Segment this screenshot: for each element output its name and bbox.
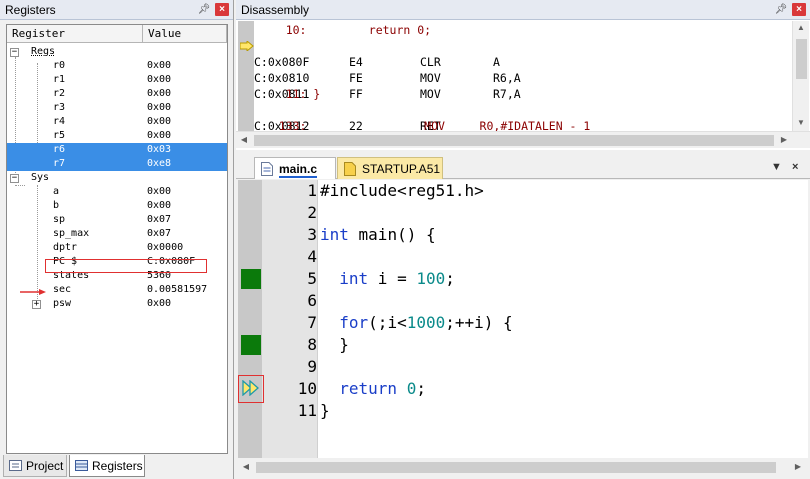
register-row[interactable]: r0 0x00 xyxy=(7,59,227,73)
tab-project[interactable]: Project xyxy=(3,455,67,477)
pin-icon[interactable]: 📌︎ xyxy=(197,3,211,16)
register-row[interactable]: sp 0x07 xyxy=(7,213,227,227)
scroll-left-icon[interactable]: ◀ xyxy=(238,135,250,144)
column-header-value[interactable]: Value xyxy=(143,25,227,43)
code-line: 7 for(;i<1000;++i) { xyxy=(307,313,513,332)
file-icon xyxy=(261,162,273,176)
registers-title: Registers xyxy=(5,3,56,17)
disasm-source-line: 11: } xyxy=(258,87,321,101)
code-line: 2 xyxy=(307,203,317,222)
registers-panel: Registers 📌︎ × Register Value − Regs r0 0… xyxy=(0,0,234,479)
close-icon[interactable]: × xyxy=(792,3,806,16)
scroll-thumb[interactable] xyxy=(796,39,807,79)
register-row[interactable]: b 0x00 xyxy=(7,199,227,213)
code-line: 6 xyxy=(307,291,317,310)
scroll-down-icon[interactable]: ▼ xyxy=(795,118,807,127)
register-row-selected[interactable]: r7 0xe8 xyxy=(7,157,227,171)
column-header-register[interactable]: Register xyxy=(7,25,143,43)
register-row[interactable]: r4 0x00 xyxy=(7,115,227,129)
register-row-selected[interactable]: r6 0x03 xyxy=(7,143,227,157)
scroll-thumb[interactable] xyxy=(256,462,776,473)
code-line: 9 xyxy=(307,357,317,376)
highlight-box xyxy=(45,259,207,273)
collapse-icon[interactable]: − xyxy=(10,174,19,183)
current-pc-arrow-icon xyxy=(240,41,254,51)
disasm-line: C:0x0811 FF MOV R7,A xyxy=(254,87,521,101)
scroll-right-icon[interactable]: ▶ xyxy=(778,135,790,144)
disassembly-panel: Disassembly 📌︎ × 10: return 0; C:0x080F E… xyxy=(236,0,810,150)
dropdown-icon[interactable]: ▼ xyxy=(771,161,782,173)
editor-panel: main.c STARTUP.A51 ▼ × 1 #include<reg51.h… xyxy=(236,153,810,479)
registers-titlebar: Registers 📌︎ × xyxy=(0,0,233,20)
code-line: 8 } xyxy=(307,335,349,354)
scroll-up-icon[interactable]: ▲ xyxy=(795,23,807,32)
disasm-line: C:0x0810 FE MOV R6,A xyxy=(254,71,521,85)
disassembly-titlebar: Disassembly 📌︎ × xyxy=(236,0,810,20)
editor-tab-bar: main.c STARTUP.A51 ▼ × xyxy=(236,153,810,179)
code-editor[interactable]: 1 #include<reg51.h> 2 3 int main() { 4 5 i… xyxy=(238,180,808,458)
scroll-right-icon[interactable]: ▶ xyxy=(792,462,804,471)
register-row[interactable]: a 0x00 xyxy=(7,185,227,199)
expand-icon[interactable]: + xyxy=(32,300,41,309)
annotation-arrow-icon xyxy=(20,289,46,295)
project-icon xyxy=(9,460,22,471)
registers-icon xyxy=(75,460,88,471)
code-line: 3 int main() { xyxy=(307,225,436,244)
code-line: 4 xyxy=(307,247,317,266)
pin-icon[interactable]: 📌︎ xyxy=(774,3,788,16)
register-row[interactable]: r5 0x00 xyxy=(7,129,227,143)
scroll-left-icon[interactable]: ◀ xyxy=(240,462,252,471)
scroll-thumb[interactable] xyxy=(254,135,774,146)
tree-group-sys[interactable]: − Sys xyxy=(7,171,227,185)
disasm-source-line: 10: return 0; xyxy=(258,23,432,37)
disasm-line-current: C:0x080F E4 CLR A xyxy=(254,55,500,69)
tree-group-regs[interactable]: − Regs xyxy=(7,45,227,59)
code-line: 11} xyxy=(297,401,330,420)
register-row[interactable]: r3 0x00 xyxy=(7,101,227,115)
collapse-icon[interactable]: − xyxy=(10,48,19,57)
code-line: 5 int i = 100; xyxy=(307,269,455,288)
disassembly-title: Disassembly xyxy=(241,3,310,17)
code-line-current: 10 return 0; xyxy=(297,379,426,398)
tab-main-c[interactable]: main.c xyxy=(254,157,336,179)
register-row[interactable]: dptr 0x0000 xyxy=(7,241,227,255)
tab-startup-a51[interactable]: STARTUP.A51 xyxy=(337,157,443,179)
register-row[interactable]: r1 0x00 xyxy=(7,73,227,87)
editor-horizontal-scrollbar[interactable]: ◀ ▶ xyxy=(238,459,808,476)
registers-grid[interactable]: Register Value − Regs r0 0x00 r1 0x00 r2 0x… xyxy=(6,24,228,454)
register-row-psw[interactable]: + psw 0x00 xyxy=(7,297,227,311)
disasm-line: C:0x0812 22 RET xyxy=(254,119,441,131)
close-icon[interactable]: × xyxy=(215,3,229,16)
disassembly-horizontal-scrollbar[interactable]: ◀ ▶ xyxy=(236,131,810,148)
code-line: 1 #include<reg51.h> xyxy=(307,181,484,200)
register-row[interactable]: r2 0x00 xyxy=(7,87,227,101)
register-row[interactable]: sp_max 0x07 xyxy=(7,227,227,241)
disassembly-vertical-scrollbar[interactable]: ▲ ▼ xyxy=(792,21,809,131)
disassembly-listing[interactable]: 10: return 0; C:0x080F E4 CLR A C:0x0810 FE M… xyxy=(236,21,792,131)
tab-registers[interactable]: Registers xyxy=(69,455,145,477)
close-icon[interactable]: × xyxy=(792,161,798,173)
disasm-source-line: 133: MOV R0,#IDATALEN - 1 xyxy=(258,119,591,131)
file-icon xyxy=(344,162,356,176)
